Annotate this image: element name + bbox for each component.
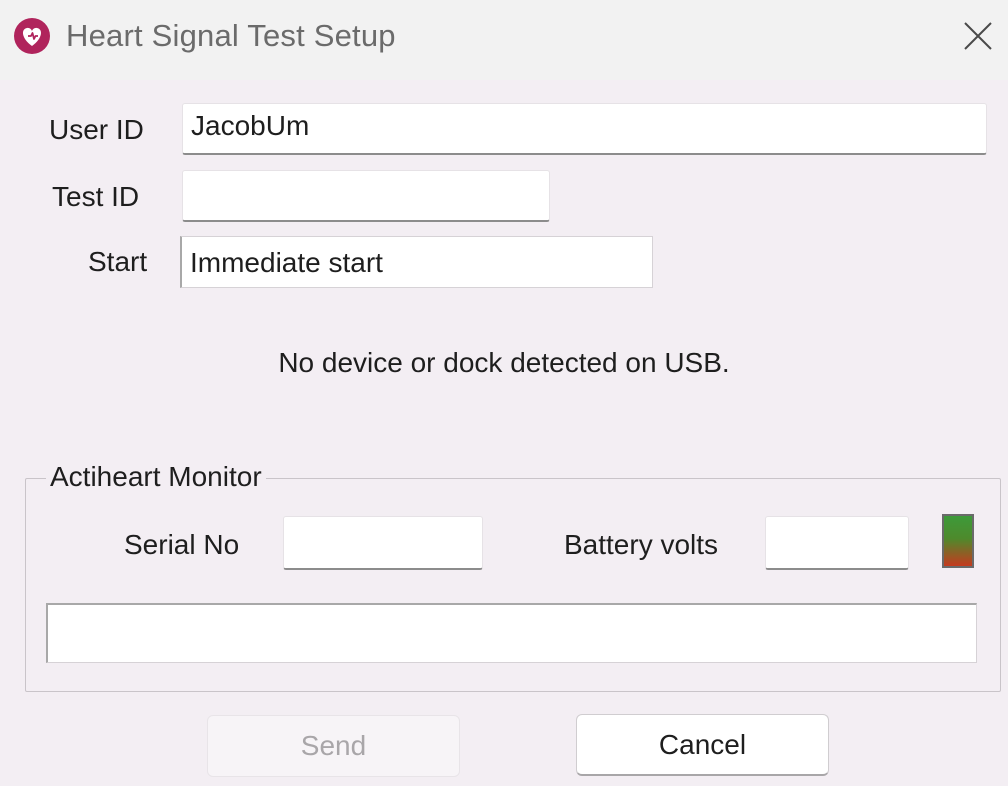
close-icon[interactable] <box>963 21 993 51</box>
battery-level-indicator <box>942 514 974 568</box>
monitor-message-field <box>46 603 977 663</box>
user-id-label: User ID <box>49 114 144 145</box>
heart-app-icon <box>13 17 51 55</box>
battery-volts-input[interactable] <box>765 516 909 570</box>
serial-no-label: Serial No <box>124 529 240 560</box>
window-title: Heart Signal Test Setup <box>66 18 396 53</box>
start-field: Immediate start <box>180 236 653 288</box>
user-id-input[interactable]: JacobUm <box>182 103 987 155</box>
title-bar: Heart Signal Test Setup <box>0 0 1008 80</box>
send-button[interactable]: Send <box>207 715 460 777</box>
cancel-button[interactable]: Cancel <box>576 714 829 776</box>
test-id-input[interactable] <box>182 170 550 222</box>
group-title: Actiheart Monitor <box>46 461 266 493</box>
start-label: Start <box>88 246 148 277</box>
serial-no-input[interactable] <box>283 516 483 570</box>
test-id-label: Test ID <box>52 181 140 212</box>
usb-status-message: No device or dock detected on USB. <box>278 347 730 378</box>
battery-volts-label: Battery volts <box>564 529 719 560</box>
close-button[interactable] <box>948 6 1008 66</box>
